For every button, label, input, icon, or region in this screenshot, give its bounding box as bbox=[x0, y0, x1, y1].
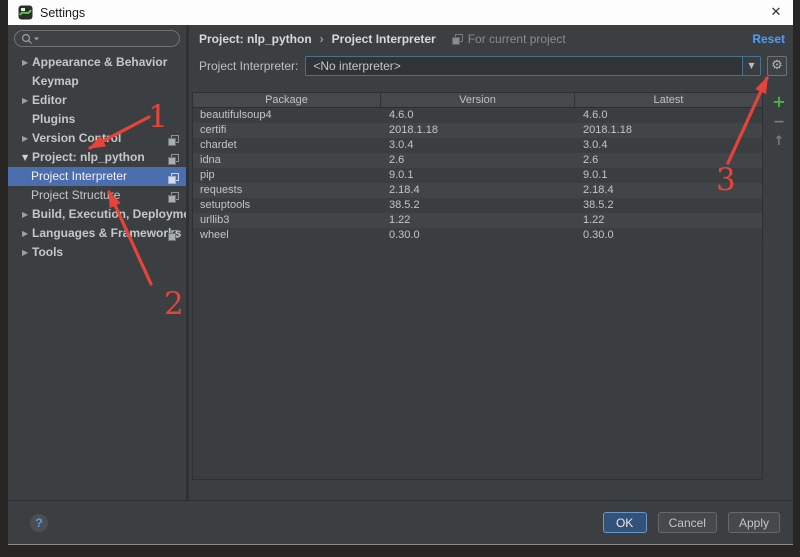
gear-icon[interactable]: ⚙ bbox=[767, 55, 787, 76]
sidebar-item-build-execution-deployment[interactable]: ▶ Build, Execution, Deployment bbox=[8, 205, 201, 224]
reset-link[interactable]: Reset bbox=[752, 32, 785, 46]
table-header: Package Version Latest bbox=[193, 93, 762, 108]
chevron-right-icon[interactable]: ▶ bbox=[22, 224, 32, 243]
chevron-right-icon[interactable]: ▶ bbox=[22, 243, 32, 262]
settings-tree: ▶ Appearance & Behavior Keymap ▶ Editor … bbox=[8, 53, 201, 262]
chevron-right-icon[interactable]: ▶ bbox=[22, 129, 32, 148]
table-row[interactable]: certifi 2018.1.18 2018.1.18 bbox=[193, 123, 762, 138]
interpreter-row: Project Interpreter: <No interpreter> ▼ … bbox=[199, 55, 787, 76]
chevron-right-icon[interactable]: ▶ bbox=[22, 53, 32, 72]
sidebar-item-version-control[interactable]: ▶ Version Control bbox=[8, 129, 186, 148]
dropdown-arrow-icon[interactable]: ▼ bbox=[742, 56, 760, 75]
apply-button[interactable]: Apply bbox=[727, 512, 780, 533]
per-project-badge-icon bbox=[451, 33, 463, 45]
search-input[interactable] bbox=[43, 32, 173, 45]
table-row[interactable]: setuptools 38.5.2 38.5.2 bbox=[193, 198, 762, 213]
project-interpreter-panel: Project: nlp_python › Project Interprete… bbox=[189, 25, 793, 500]
settings-window: Settings ✕ ▶ Appearance & Behavior Keyma… bbox=[8, 0, 793, 545]
settings-sidebar: ▶ Appearance & Behavior Keymap ▶ Editor … bbox=[8, 25, 201, 500]
sidebar-item-keymap[interactable]: Keymap bbox=[8, 72, 186, 91]
screen-background: Settings ✕ ▶ Appearance & Behavior Keyma… bbox=[0, 0, 800, 557]
sidebar-item-tools[interactable]: ▶ Tools bbox=[8, 243, 186, 262]
footer-buttons: OK Cancel Apply bbox=[602, 512, 780, 533]
help-icon[interactable]: ? bbox=[30, 513, 48, 532]
table-row[interactable]: beautifulsoup4 4.6.0 4.6.0 bbox=[193, 108, 762, 123]
sidebar-item-project-nlp-python[interactable]: ▼ Project: nlp_python bbox=[8, 148, 186, 167]
interpreter-value: <No interpreter> bbox=[313, 58, 401, 73]
breadcrumb-page: Project Interpreter bbox=[331, 32, 436, 46]
chevron-right-icon[interactable]: ▶ bbox=[22, 91, 32, 110]
add-package-icon[interactable]: + bbox=[769, 92, 789, 112]
column-header-latest[interactable]: Latest bbox=[575, 93, 762, 107]
packages-table: Package Version Latest beautifulsoup4 4.… bbox=[192, 92, 763, 480]
interpreter-label: Project Interpreter: bbox=[199, 58, 299, 73]
column-header-package[interactable]: Package bbox=[193, 93, 381, 107]
breadcrumb-separator-icon: › bbox=[319, 32, 324, 46]
table-row[interactable]: idna 2.6 2.6 bbox=[193, 153, 762, 168]
remove-package-icon[interactable]: − bbox=[769, 112, 789, 132]
ok-button[interactable]: OK bbox=[602, 512, 647, 533]
sidebar-item-editor[interactable]: ▶ Editor bbox=[8, 91, 186, 110]
table-row[interactable]: chardet 3.0.4 3.0.4 bbox=[193, 138, 762, 153]
sidebar-item-appearance-behavior[interactable]: ▶ Appearance & Behavior bbox=[8, 53, 186, 72]
sidebar-item-plugins[interactable]: Plugins bbox=[8, 110, 186, 129]
chevron-right-icon[interactable]: ▶ bbox=[22, 205, 32, 224]
search-icon bbox=[21, 33, 40, 45]
breadcrumb: Project: nlp_python › Project Interprete… bbox=[199, 31, 785, 47]
table-row[interactable]: urllib3 1.22 1.22 bbox=[193, 213, 762, 228]
table-row[interactable]: requests 2.18.4 2.18.4 bbox=[193, 183, 762, 198]
dialog-body: ▶ Appearance & Behavior Keymap ▶ Editor … bbox=[8, 25, 793, 544]
sidebar-item-languages-frameworks[interactable]: ▶ Languages & Frameworks bbox=[8, 224, 186, 243]
dialog-footer: ? OK Cancel Apply bbox=[8, 500, 793, 544]
pycharm-app-icon bbox=[18, 5, 33, 20]
title-bar: Settings ✕ bbox=[8, 0, 793, 25]
window-title: Settings bbox=[40, 5, 86, 20]
table-empty-area bbox=[193, 243, 762, 479]
package-toolbar: + − ↑ bbox=[767, 92, 791, 152]
context-note: For current project bbox=[467, 32, 566, 46]
sidebar-item-project-structure[interactable]: Project Structure bbox=[8, 186, 186, 205]
table-row[interactable]: pip 9.0.1 9.0.1 bbox=[193, 168, 762, 183]
column-header-version[interactable]: Version bbox=[381, 93, 575, 107]
sidebar-item-project-interpreter[interactable]: Project Interpreter bbox=[8, 167, 186, 186]
search-box[interactable] bbox=[14, 30, 180, 47]
interpreter-select[interactable]: <No interpreter> ▼ bbox=[305, 55, 761, 76]
upgrade-package-icon[interactable]: ↑ bbox=[769, 132, 789, 152]
chevron-down-icon[interactable]: ▼ bbox=[22, 148, 32, 167]
table-row[interactable]: wheel 0.30.0 0.30.0 bbox=[193, 228, 762, 243]
close-icon[interactable]: ✕ bbox=[767, 5, 785, 20]
breadcrumb-project: Project: nlp_python bbox=[199, 32, 312, 46]
cancel-button[interactable]: Cancel bbox=[657, 512, 717, 533]
